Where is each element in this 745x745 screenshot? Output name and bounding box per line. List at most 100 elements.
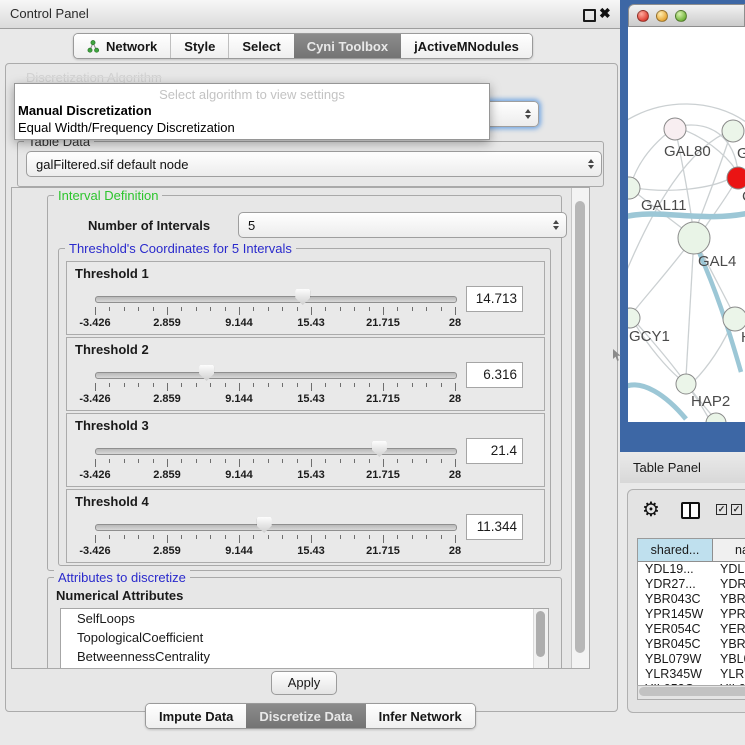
cell-name[interactable]: YER0 xyxy=(720,622,745,637)
threshold-box: Threshold 2-3.4262.8599.14415.4321.71528… xyxy=(66,337,545,411)
tab-impute-data[interactable]: Impute Data xyxy=(146,704,246,728)
table-data-combobox[interactable]: galFiltered.sif default node xyxy=(26,151,602,177)
cell-shared-name[interactable]: YDR27... xyxy=(645,577,696,592)
tick-mark xyxy=(297,383,298,387)
network-node[interactable] xyxy=(678,222,710,254)
network-canvas[interactable]: GAL80GACGAL11GAL4GCY1HAHAP2 xyxy=(628,27,745,422)
viewport-scrollbar-thumb[interactable] xyxy=(575,201,585,653)
table-row[interactable]: YLR345W YLR3 xyxy=(638,667,745,682)
list-scrollbar[interactable] xyxy=(533,609,548,669)
threshold-value-input[interactable]: 6.316 xyxy=(466,362,523,388)
table-row[interactable]: YPR145W YPR1 xyxy=(638,607,745,622)
zoom-traffic-light-icon[interactable] xyxy=(675,10,687,22)
column-layout-icon[interactable] xyxy=(681,502,700,519)
network-node[interactable] xyxy=(722,120,744,142)
tab-infer-network[interactable]: Infer Network xyxy=(366,704,475,728)
network-node[interactable] xyxy=(676,374,696,394)
cell-name[interactable]: YBR0 xyxy=(720,637,745,652)
checkbox-icon[interactable]: ✓ xyxy=(731,504,742,515)
slider-track[interactable] xyxy=(95,372,457,379)
checkbox-icon[interactable]: ✓ xyxy=(716,504,727,515)
close-icon[interactable]: ✖ xyxy=(599,5,611,22)
number-of-intervals-combobox[interactable]: 5 xyxy=(238,212,567,238)
tab-cyni-toolbox[interactable]: Cyni Toolbox xyxy=(294,34,401,58)
dropdown-option-equal-width-frequency[interactable]: Equal Width/Frequency Discretization xyxy=(15,119,489,136)
cell-name[interactable]: YPR1 xyxy=(720,607,745,622)
table-row[interactable]: YDL19... YDL1 xyxy=(638,562,745,577)
viewport-scrollbar[interactable] xyxy=(571,188,589,668)
cell-shared-name[interactable]: YPR145W xyxy=(645,607,703,622)
cell-name[interactable]: YDL1 xyxy=(720,562,745,577)
tab-style[interactable]: Style xyxy=(170,34,228,58)
table-horizontal-scrollbar[interactable] xyxy=(637,685,745,700)
table-row[interactable]: YBR043C YBR0 xyxy=(638,592,745,607)
slider-track[interactable] xyxy=(95,448,457,455)
tick-label: 9.144 xyxy=(225,393,253,405)
cell-shared-name[interactable]: YLR345W xyxy=(645,667,702,682)
cell-name[interactable]: YBR0 xyxy=(720,592,745,607)
combo-stepper-icon xyxy=(525,109,531,119)
tick-mark xyxy=(441,535,442,539)
threshold-coordinates-group: Threshold's Coordinates for 5 Intervals … xyxy=(58,248,551,566)
cell-name[interactable]: YLR3 xyxy=(720,667,745,682)
attribute-item[interactable]: SelfLoops xyxy=(61,609,548,628)
attribute-item[interactable]: TopologicalCoefficient xyxy=(61,628,548,647)
dropdown-option-manual-discretization[interactable]: Manual Discretization xyxy=(15,102,489,119)
list-scrollbar-thumb[interactable] xyxy=(536,611,545,657)
tick-mark xyxy=(153,307,154,311)
column-header-name[interactable]: na xyxy=(713,539,745,561)
table-row[interactable]: YDR27... YDR2 xyxy=(638,577,745,592)
cell-shared-name[interactable]: YBL079W xyxy=(645,652,701,667)
tab-discretize-data[interactable]: Discretize Data xyxy=(246,704,365,728)
tick-mark xyxy=(412,383,413,387)
table-row[interactable]: YBL079W YBL0 xyxy=(638,652,745,667)
network-node[interactable] xyxy=(727,167,745,189)
tab-select[interactable]: Select xyxy=(228,34,293,58)
tick-mark xyxy=(311,459,312,467)
attribute-item[interactable]: BetweennessCentrality xyxy=(61,647,548,666)
tab-jactivemnodules[interactable]: jActiveMNodules xyxy=(401,34,532,58)
close-traffic-light-icon[interactable] xyxy=(637,10,649,22)
tick-mark xyxy=(196,383,197,387)
threshold-value-input[interactable]: 21.4 xyxy=(466,438,523,464)
tick-mark xyxy=(441,459,442,463)
tick-mark xyxy=(210,307,211,311)
cell-shared-name[interactable]: YDL19... xyxy=(645,562,694,577)
numerical-attributes-list[interactable]: SelfLoopsTopologicalCoefficientBetweenne… xyxy=(60,608,549,669)
tick-mark xyxy=(138,383,139,387)
bottom-tab-bar: Impute Data Discretize Data Infer Networ… xyxy=(145,703,476,729)
network-node[interactable] xyxy=(628,177,640,199)
threshold-value-input[interactable]: 11.344 xyxy=(466,514,523,540)
attribute-items: SelfLoopsTopologicalCoefficientBetweenne… xyxy=(61,609,548,666)
dropdown-hint: Select algorithm to view settings xyxy=(15,87,489,102)
tick-mark xyxy=(181,459,182,463)
tab-network[interactable]: Network xyxy=(74,34,170,58)
network-node[interactable] xyxy=(723,307,745,331)
cell-shared-name[interactable]: YER054C xyxy=(645,622,701,637)
table-horizontal-scrollbar-thumb[interactable] xyxy=(639,687,745,696)
tick-mark xyxy=(268,383,269,387)
table-data-selected-value: galFiltered.sif default node xyxy=(36,157,188,172)
threshold-value-input[interactable]: 14.713 xyxy=(466,286,523,312)
column-header-shared-name[interactable]: shared... xyxy=(638,539,713,561)
network-node[interactable] xyxy=(664,118,686,140)
tick-label: 15.43 xyxy=(297,317,325,329)
gear-icon[interactable]: ⚙ xyxy=(642,497,660,522)
network-node[interactable] xyxy=(706,413,726,422)
cell-shared-name[interactable]: YBR043C xyxy=(645,592,701,607)
cell-shared-name[interactable]: YBR045C xyxy=(645,637,701,652)
float-window-icon[interactable] xyxy=(583,9,596,22)
slider-track[interactable] xyxy=(95,296,457,303)
tick-mark xyxy=(181,307,182,311)
cell-name[interactable]: YDR2 xyxy=(720,577,745,592)
table-row[interactable]: YER054C YER0 xyxy=(638,622,745,637)
table-row[interactable]: YBR045C YBR0 xyxy=(638,637,745,652)
tick-mark xyxy=(138,307,139,311)
tick-mark xyxy=(311,535,312,543)
tick-mark xyxy=(225,307,226,311)
algorithm-dropdown-popup: Select algorithm to view settings Manual… xyxy=(14,83,490,140)
minimize-traffic-light-icon[interactable] xyxy=(656,10,668,22)
apply-button[interactable]: Apply xyxy=(271,671,337,695)
cell-name[interactable]: YBL0 xyxy=(720,652,745,667)
slider-track[interactable] xyxy=(95,524,457,531)
